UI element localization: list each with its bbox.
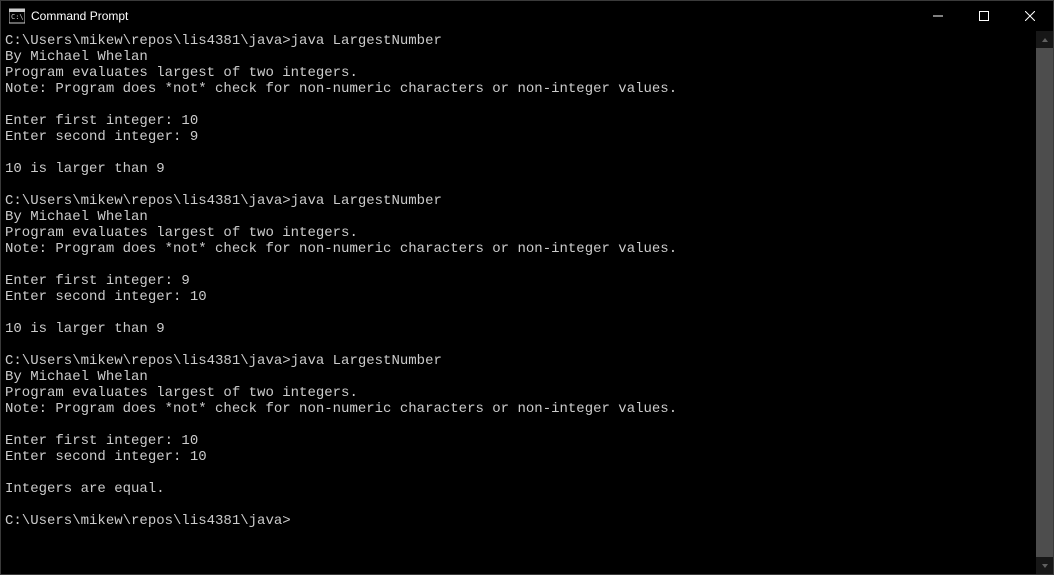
- scrollbar[interactable]: [1036, 31, 1053, 574]
- scrollbar-up-arrow[interactable]: [1036, 31, 1053, 48]
- maximize-button[interactable]: [961, 1, 1007, 31]
- titlebar-left: C:\ Command Prompt: [1, 8, 128, 24]
- window-controls: [915, 1, 1053, 31]
- terminal-wrapper: C:\Users\mikew\repos\lis4381\java>java L…: [1, 31, 1053, 574]
- scrollbar-track[interactable]: [1036, 48, 1053, 557]
- cmd-icon: C:\: [9, 8, 25, 24]
- terminal-output[interactable]: C:\Users\mikew\repos\lis4381\java>java L…: [1, 31, 1036, 574]
- titlebar[interactable]: C:\ Command Prompt: [1, 1, 1053, 31]
- svg-text:C:\: C:\: [11, 13, 24, 21]
- scrollbar-down-arrow[interactable]: [1036, 557, 1053, 574]
- scrollbar-thumb[interactable]: [1036, 48, 1053, 557]
- minimize-button[interactable]: [915, 1, 961, 31]
- close-button[interactable]: [1007, 1, 1053, 31]
- window-title: Command Prompt: [31, 9, 128, 23]
